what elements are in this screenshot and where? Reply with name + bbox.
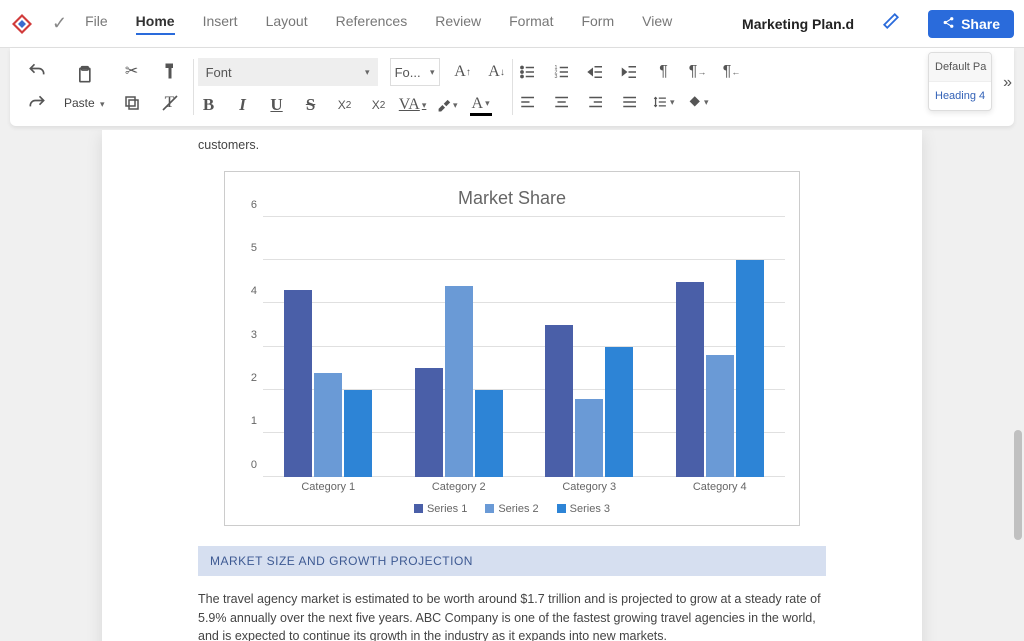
chart-category-group: Category 4 <box>655 217 786 477</box>
align-justify-icon[interactable] <box>619 91 641 113</box>
indent-icon[interactable] <box>619 61 641 83</box>
svg-text:3: 3 <box>554 74 557 80</box>
chart-bar <box>314 373 342 477</box>
outdent-icon[interactable] <box>585 61 607 83</box>
intro-paragraph: customers. <box>102 130 922 155</box>
chart-bar <box>475 390 503 477</box>
style-default[interactable]: Default Pa <box>929 53 991 82</box>
share-button[interactable]: Share <box>928 10 1014 38</box>
format-painter-icon[interactable] <box>159 60 181 82</box>
char-spacing-button[interactable]: VA▾ <box>402 94 424 116</box>
menu-format[interactable]: Format <box>509 13 553 35</box>
clipboard-icon[interactable] <box>73 64 95 86</box>
rtl-icon[interactable]: ¶← <box>721 61 743 83</box>
line-spacing-icon[interactable]: ▾ <box>653 91 675 113</box>
market-share-chart[interactable]: Market Share 0123456Category 1Category 2… <box>224 171 800 526</box>
toolbar-more-icon[interactable]: » <box>1003 74 1012 92</box>
clear-format-icon[interactable]: T <box>159 92 181 114</box>
chart-category-label: Category 2 <box>394 481 525 493</box>
undo-icon[interactable] <box>26 60 48 82</box>
font-color-button[interactable]: A▾ <box>470 94 492 116</box>
menu-file[interactable]: File <box>85 13 108 35</box>
document-title: Marketing Plan.d <box>742 16 854 32</box>
chart-bar <box>284 290 312 476</box>
menu-home[interactable]: Home <box>136 13 175 35</box>
legend-item: Series 3 <box>557 503 610 515</box>
shading-icon[interactable]: ▾ <box>687 91 709 113</box>
rename-icon[interactable] <box>882 12 900 35</box>
bullet-list-icon[interactable] <box>517 61 539 83</box>
chart-category-label: Category 1 <box>263 481 394 493</box>
styles-panel: Default Pa Heading 4 <box>928 52 992 111</box>
legend-item: Series 2 <box>485 503 538 515</box>
align-left-icon[interactable] <box>517 91 539 113</box>
legend-item: Series 1 <box>414 503 467 515</box>
menu-form[interactable]: Form <box>581 13 614 35</box>
highlight-button[interactable]: ▾ <box>436 94 458 116</box>
align-right-icon[interactable] <box>585 91 607 113</box>
chart-bar <box>676 282 704 477</box>
superscript-button[interactable]: X2 <box>368 94 390 116</box>
menu-items: File Home Insert Layout References Revie… <box>85 13 672 35</box>
italic-button[interactable]: I <box>232 94 254 116</box>
chart-category-group: Category 1 <box>263 217 394 477</box>
chart-bar <box>736 260 764 477</box>
chart-category-group: Category 3 <box>524 217 655 477</box>
underline-button[interactable]: U <box>266 94 288 116</box>
bold-button[interactable]: B <box>198 94 220 116</box>
chart-bar <box>545 325 573 477</box>
strikethrough-button[interactable]: S <box>300 94 322 116</box>
paragraph-mark-icon[interactable]: ¶ <box>653 61 675 83</box>
share-label: Share <box>961 16 1000 32</box>
subscript-button[interactable]: X2 <box>334 94 356 116</box>
redo-icon[interactable] <box>26 92 48 114</box>
menu-view[interactable]: View <box>642 13 672 35</box>
style-heading[interactable]: Heading 4 <box>929 82 991 110</box>
section-market-size-body: The travel agency market is estimated to… <box>102 584 922 641</box>
number-list-icon[interactable]: 123 <box>551 61 573 83</box>
home-toolbar: Paste ▾ ✂ T Font▾ Fo...▾ A↑ A↓ B I U S X… <box>10 48 1014 126</box>
increase-font-icon[interactable]: A↑ <box>452 61 474 83</box>
chart-category-label: Category 4 <box>655 481 786 493</box>
menu-review[interactable]: Review <box>435 13 481 35</box>
document-page: customers. Market Share 0123456Category … <box>102 130 922 641</box>
chart-legend: Series 1 Series 2 Series 3 <box>235 503 789 515</box>
section-market-size-header: MARKET SIZE AND GROWTH PROJECTION <box>198 546 826 576</box>
menu-layout[interactable]: Layout <box>266 13 308 35</box>
decrease-font-icon[interactable]: A↓ <box>486 61 508 83</box>
menu-insert[interactable]: Insert <box>203 13 238 35</box>
saved-check-icon: ✓ <box>52 13 67 34</box>
chart-title: Market Share <box>235 188 789 209</box>
menubar: ✓ File Home Insert Layout References Rev… <box>0 0 1024 48</box>
align-center-icon[interactable] <box>551 91 573 113</box>
chart-category-group: Category 2 <box>394 217 525 477</box>
font-size-select[interactable]: Fo...▾ <box>390 58 440 86</box>
chart-bar <box>415 368 443 476</box>
ltr-icon[interactable]: ¶→ <box>687 61 709 83</box>
share-icon <box>942 16 955 32</box>
chart-bar <box>706 355 734 476</box>
chart-bar <box>445 286 473 477</box>
workspace: customers. Market Share 0123456Category … <box>0 130 1024 641</box>
scrollbar-thumb[interactable] <box>1014 430 1022 540</box>
cut-icon[interactable]: ✂ <box>121 60 143 82</box>
chart-bar <box>344 390 372 477</box>
app-logo <box>10 12 34 36</box>
chart-category-label: Category 3 <box>524 481 655 493</box>
chart-bar <box>605 347 633 477</box>
copy-icon[interactable] <box>121 92 143 114</box>
menu-references[interactable]: References <box>336 13 408 35</box>
paste-button[interactable]: Paste ▾ <box>64 96 105 110</box>
chart-bar <box>575 399 603 477</box>
chart-plot-area: 0123456Category 1Category 2Category 3Cat… <box>263 217 785 477</box>
font-family-select[interactable]: Font▾ <box>198 58 378 86</box>
